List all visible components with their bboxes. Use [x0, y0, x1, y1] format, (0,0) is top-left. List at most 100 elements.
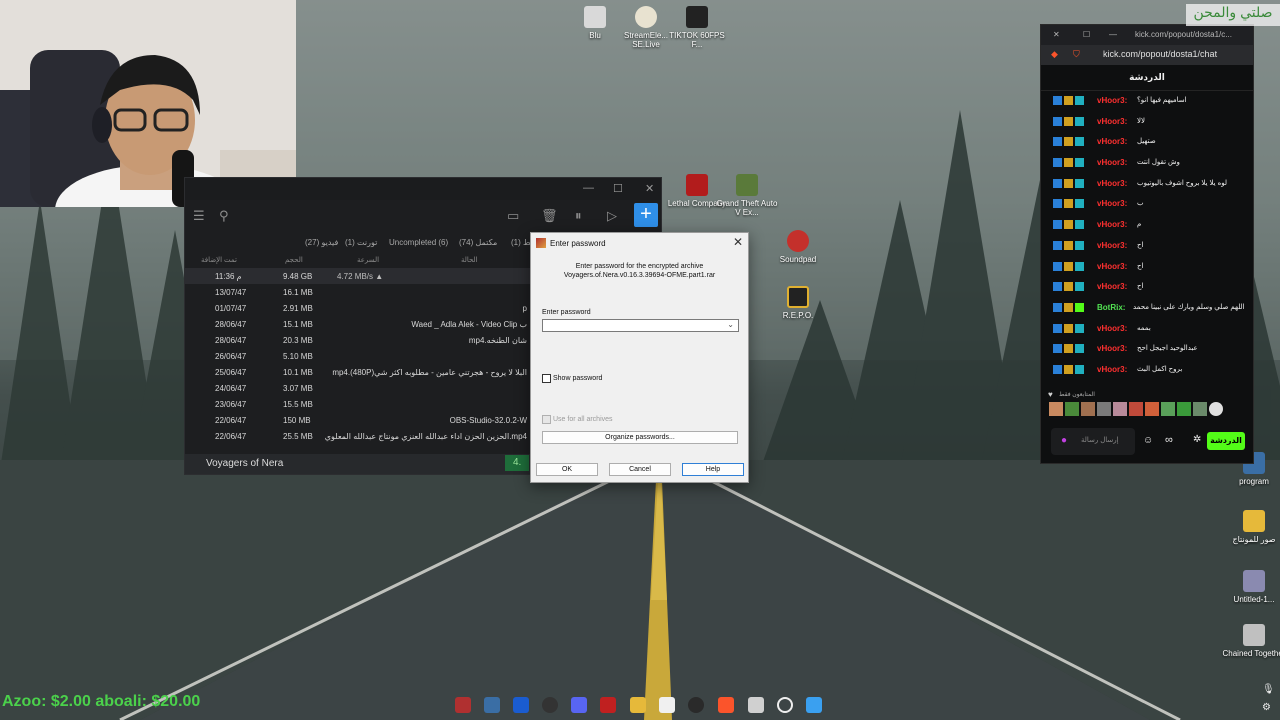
chat-send-button[interactable]: الدردشة [1207, 432, 1245, 450]
chat-text: اح [1137, 262, 1144, 270]
stream-overlay-text: صلتي والمحن [1186, 4, 1280, 26]
infinity-icon[interactable]: ∞ [1165, 434, 1173, 446]
chat-username[interactable]: vHoor3: [1097, 282, 1127, 291]
row-size: 20.3 MB [283, 336, 313, 345]
maximize-icon[interactable]: ☐ [1083, 30, 1090, 39]
desktop-icon-untitled[interactable]: Untitled-1... [1222, 570, 1280, 604]
chat-username[interactable]: vHoor3: [1097, 137, 1127, 146]
use-for-all-label: Use for all archives [553, 416, 613, 423]
chat-message: BotRix: اللهم صلي وسلم وبارك على نبينا مح… [1041, 298, 1253, 319]
desktop-icon-montage-pics[interactable]: صور للمونتاج [1222, 510, 1280, 544]
pause-icon[interactable]: ⏸ [575, 208, 582, 224]
tab-completed[interactable]: مكتمل (74) [459, 238, 497, 247]
search-icon[interactable] [777, 697, 793, 713]
discord-icon[interactable] [571, 697, 587, 713]
folder-icon[interactable] [630, 697, 646, 713]
chat-username[interactable]: vHoor3: [1097, 241, 1127, 250]
user-badges [1053, 116, 1086, 126]
chat-message: vHoor3: بممه [1041, 319, 1253, 340]
emoji-icon[interactable]: ☺ [1143, 435, 1153, 446]
desktop-icon-soundpad[interactable]: Soundpad [766, 230, 830, 264]
show-password-checkbox[interactable] [542, 374, 551, 383]
desktop-icon-repo[interactable]: R.E.P.O. [766, 286, 830, 320]
chat-username[interactable]: vHoor3: [1097, 199, 1127, 208]
use-for-all-checkbox[interactable] [542, 415, 551, 424]
desktop-icon-chained-together[interactable]: Chained Together [1222, 624, 1280, 658]
col-speed[interactable]: السرعة [357, 256, 379, 264]
minimize-icon[interactable]: — [583, 182, 594, 194]
delete-icon[interactable]: 🗑 [541, 208, 558, 224]
tab-title[interactable]: kick.com/popout/dosta1/c... [1135, 30, 1232, 39]
kick-chat-popout: ✕ ☐ — kick.com/popout/dosta1/c... ◆ ⛉ ki… [1040, 24, 1254, 464]
col-size[interactable]: الحجم [285, 256, 303, 264]
close-icon[interactable]: ✕ [645, 182, 654, 195]
chat-username[interactable]: vHoor3: [1097, 158, 1127, 167]
close-icon[interactable]: ✕ [733, 235, 743, 249]
emote-row[interactable] [1049, 402, 1225, 418]
chat-username[interactable]: vHoor3: [1097, 179, 1127, 188]
taskbar-app-icon[interactable] [484, 697, 500, 713]
tab-uncompleted[interactable]: Uncompleted (6) [389, 238, 448, 247]
taskbar-app-icon[interactable] [513, 697, 529, 713]
row-date: 28/06/47 [215, 336, 247, 345]
file-icon [1243, 570, 1265, 592]
user-badges [1053, 282, 1086, 292]
organize-passwords-button[interactable]: Organize passwords... [542, 431, 738, 444]
cancel-button[interactable]: Cancel [609, 463, 671, 476]
brave-icon: ◆ [1051, 49, 1058, 59]
taskbar-app-icon[interactable] [542, 697, 558, 713]
close-icon[interactable]: ✕ [1053, 30, 1060, 39]
mic-icon[interactable]: 🎙 [1262, 684, 1275, 695]
chat-text: وش تقول انتت [1137, 159, 1180, 167]
desktop-icon-tiktok[interactable]: TIKTOK 60FPS F... [665, 6, 729, 49]
row-name: mp4.شان الطنخه [468, 336, 527, 345]
settings-icon[interactable]: ⚙ [1262, 702, 1271, 713]
chat-username[interactable]: BotRix: [1097, 303, 1125, 312]
chevron-down-icon[interactable]: ⌄ [727, 320, 734, 329]
col-added[interactable]: تمت الإضافة [201, 256, 237, 264]
menu-icon[interactable]: ☰ [193, 208, 205, 224]
heart-icon: ♥ [1048, 390, 1053, 399]
tab-torrent[interactable]: تورنت (1) [345, 238, 377, 247]
chat-text: لوه يلا يلا بروح اشوف باليوتيوب [1137, 179, 1227, 187]
show-password-label: Show password [553, 375, 603, 382]
taskbar-app-icon[interactable] [659, 697, 675, 713]
tab-video[interactable]: فيديو (27) [305, 238, 338, 247]
mic-icon[interactable]: ● [1061, 435, 1067, 446]
chat-message: vHoor3: م [1041, 215, 1253, 236]
soundpad-icon [787, 230, 809, 252]
browser-urlbar[interactable]: ◆ ⛉ kick.com/popout/dosta1/chat [1041, 45, 1253, 65]
ok-button[interactable]: OK [536, 463, 598, 476]
password-input[interactable]: ⌄ [542, 319, 739, 332]
chat-username[interactable]: vHoor3: [1097, 324, 1127, 333]
col-status[interactable]: الحالة [461, 256, 478, 264]
chat-username[interactable]: vHoor3: [1097, 117, 1127, 126]
taskbar-app-icon[interactable] [688, 697, 704, 713]
brave-icon[interactable] [718, 697, 734, 713]
chat-username[interactable]: vHoor3: [1097, 96, 1127, 105]
message-input[interactable]: ● إرسال رسالة [1051, 428, 1135, 455]
row-date: 22/06/47 [215, 432, 247, 441]
maximize-icon[interactable]: ☐ [613, 182, 623, 195]
user-badges [1053, 199, 1086, 209]
taskbar-app-icon[interactable] [600, 697, 616, 713]
taskbar-app-icon[interactable] [455, 697, 471, 713]
open-folder-icon[interactable]: ▭ [507, 208, 519, 224]
chat-username[interactable]: vHoor3: [1097, 365, 1127, 374]
play-icon[interactable]: ▷ [607, 208, 617, 224]
chat-username[interactable]: vHoor3: [1097, 262, 1127, 271]
chat-username[interactable]: vHoor3: [1097, 220, 1127, 229]
desktop-icon-gta[interactable]: Grand Theft Auto V Ex... [715, 174, 779, 217]
search-icon[interactable]: ⚲ [219, 208, 229, 224]
taskbar-app-icon[interactable] [748, 697, 764, 713]
help-button[interactable]: Help [682, 463, 744, 476]
windows-start-icon[interactable] [806, 697, 822, 713]
add-download-button[interactable]: + [634, 203, 658, 227]
row-speed: 4.72 MB/s ▲ [337, 272, 384, 281]
donation-overlay: Azoo: $2.00 aboali: $20.00 [2, 693, 201, 710]
minimize-icon[interactable]: — [1109, 30, 1117, 39]
browser-titlebar: ✕ ☐ — kick.com/popout/dosta1/c... [1041, 25, 1253, 45]
chat-username[interactable]: vHoor3: [1097, 344, 1127, 353]
settings-icon[interactable]: ✲ [1193, 434, 1201, 445]
url-text[interactable]: kick.com/popout/dosta1/chat [1103, 49, 1217, 59]
